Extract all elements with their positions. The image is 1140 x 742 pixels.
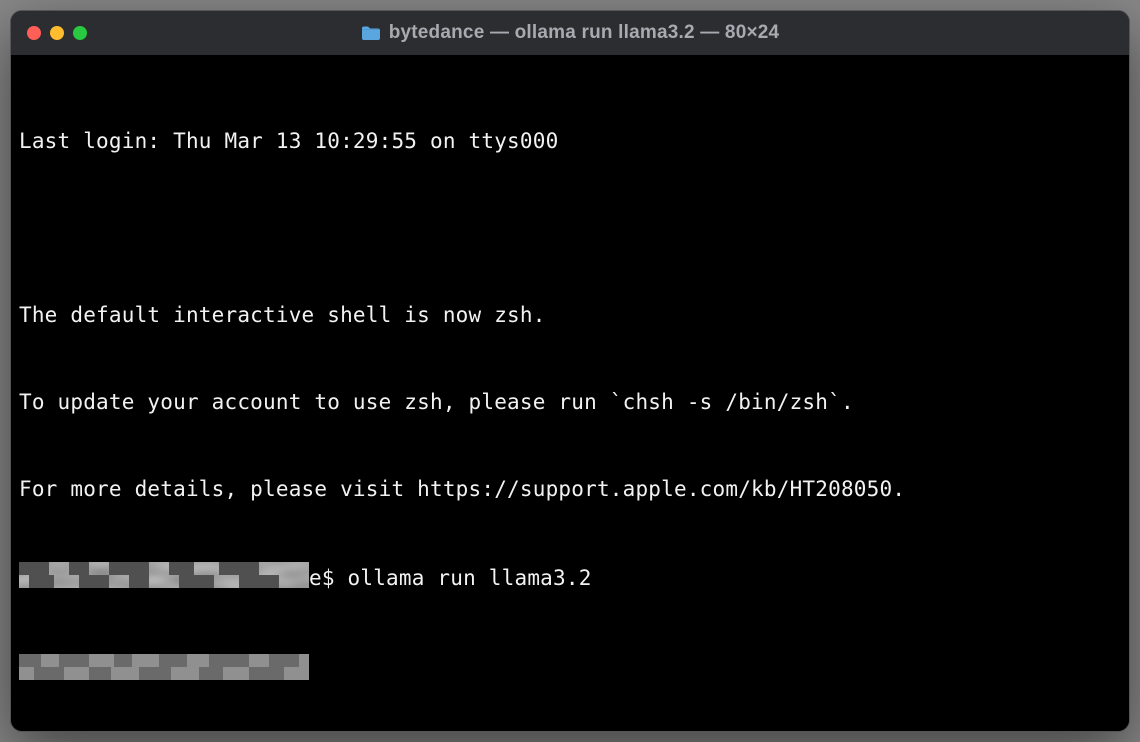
maximize-button[interactable] [73,26,87,40]
window-controls [27,26,87,40]
titlebar: bytedance — ollama run llama3.2 — 80×24 [11,11,1129,55]
zsh-notice-2: To update your account to use zsh, pleas… [19,388,1121,417]
redacted-hostname [19,562,309,596]
blank-line [19,214,1121,243]
window-title: bytedance — ollama run llama3.2 — 80×24 [389,22,780,44]
zsh-notice-3: For more details, please visit https://s… [19,475,1121,504]
terminal-body[interactable]: Last login: Thu Mar 13 10:29:55 on ttys0… [11,55,1129,731]
command-text: e$ ollama run llama3.2 [309,566,592,590]
close-button[interactable] [27,26,41,40]
folder-icon [361,25,381,41]
pulling-manifest-line [19,654,1121,688]
zsh-notice-1: The default interactive shell is now zsh… [19,301,1121,330]
terminal-window: bytedance — ollama run llama3.2 — 80×24 … [10,10,1130,732]
minimize-button[interactable] [50,26,64,40]
redacted-overlay [19,654,309,688]
last-login-line: Last login: Thu Mar 13 10:29:55 on ttys0… [19,127,1121,156]
shell-prompt-line: e$ ollama run llama3.2 [19,562,1121,596]
